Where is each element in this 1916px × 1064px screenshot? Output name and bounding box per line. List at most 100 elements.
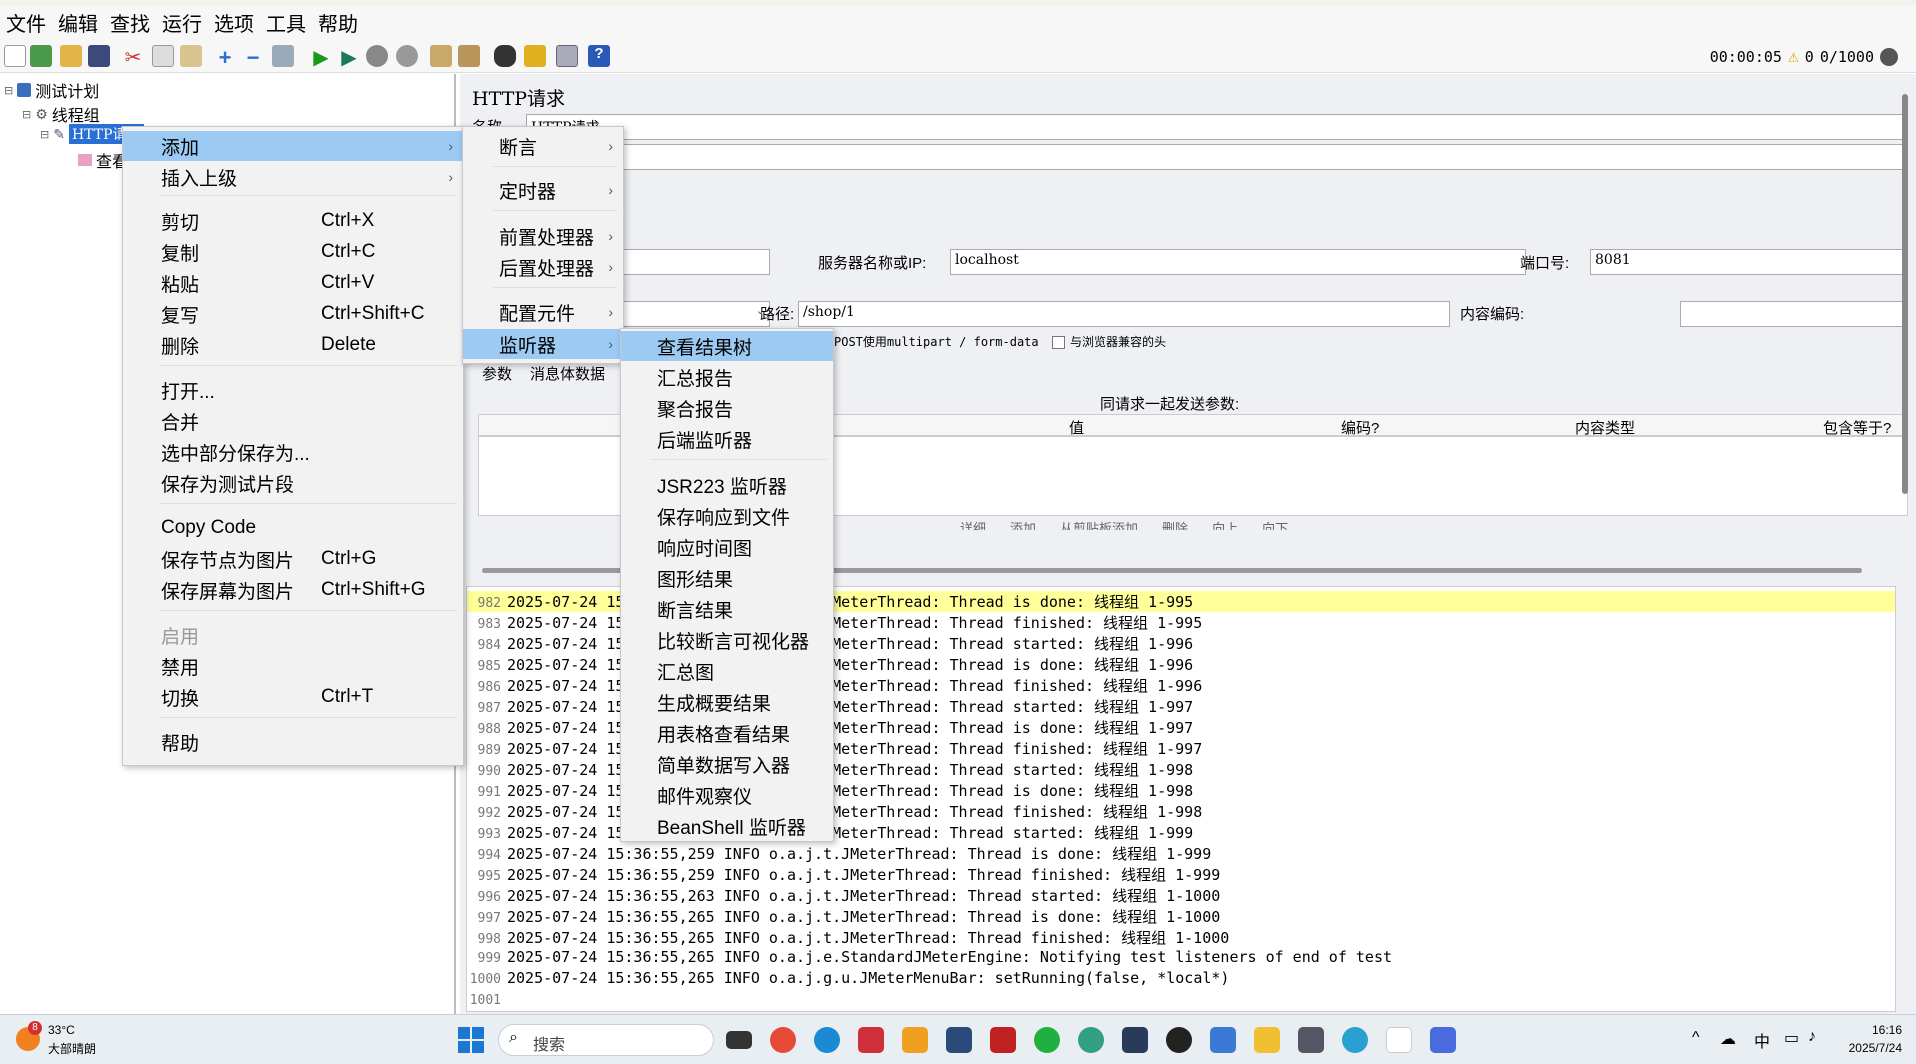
- paste-icon[interactable]: [180, 45, 202, 67]
- folder-icon[interactable]: [1254, 1027, 1280, 1053]
- menu-item-summary-report[interactable]: 汇总报告: [621, 362, 833, 392]
- tab-body[interactable]: 消息体数据: [530, 363, 605, 384]
- path-field[interactable]: /shop/1: [798, 301, 1450, 327]
- chevron-up-icon[interactable]: ^: [1692, 1029, 1700, 1047]
- comments-field[interactable]: [620, 144, 1906, 170]
- task-view-icon[interactable]: [726, 1031, 752, 1049]
- menu-item-view-results-table[interactable]: 用表格查看结果: [621, 718, 833, 748]
- down-button[interactable]: 向下: [1262, 518, 1288, 530]
- menu-item-duplicate[interactable]: 复写 Ctrl+Shift+C: [123, 299, 463, 329]
- detail-button[interactable]: 详细: [960, 518, 986, 530]
- reset-search-icon[interactable]: [524, 45, 546, 67]
- app-icon[interactable]: [902, 1027, 928, 1053]
- menu-item-backend-listener[interactable]: 后端监听器: [621, 424, 833, 454]
- global-icon[interactable]: [1880, 47, 1898, 66]
- save-icon[interactable]: [88, 45, 110, 67]
- tree-node-listener[interactable]: 查看: [78, 148, 128, 172]
- browser-headers-checkbox[interactable]: [1052, 336, 1065, 349]
- app4-icon[interactable]: [1342, 1027, 1368, 1053]
- menu-item-paste[interactable]: 粘贴 Ctrl+V: [123, 268, 463, 298]
- app2-icon[interactable]: [1078, 1027, 1104, 1053]
- menu-item-graph-results[interactable]: 图形结果: [621, 563, 833, 593]
- app3-icon[interactable]: [1122, 1027, 1148, 1053]
- server-field[interactable]: localhost: [950, 249, 1526, 275]
- menu-item-simple-data-writer[interactable]: 简单数据写入器: [621, 749, 833, 779]
- add-button[interactable]: 添加: [1010, 518, 1036, 530]
- tree-node-threadgroup[interactable]: ⊟ ⚙ 线程组: [22, 102, 100, 126]
- encoding-field[interactable]: [1680, 301, 1908, 327]
- menu-item-generate-summary[interactable]: 生成概要结果: [621, 687, 833, 717]
- tree-node-testplan[interactable]: ⊟ 测试计划: [4, 78, 99, 102]
- notepad-icon[interactable]: [1210, 1027, 1236, 1053]
- clear-all-icon[interactable]: [458, 45, 480, 67]
- new-icon[interactable]: [4, 45, 26, 67]
- menu-item-save-screen-image[interactable]: 保存屏幕为图片 Ctrl+Shift+G: [123, 575, 463, 605]
- menu-options[interactable]: 选项: [208, 8, 260, 37]
- templates-icon[interactable]: [30, 45, 52, 67]
- remote-desktop-icon[interactable]: [946, 1027, 972, 1053]
- menu-item-merge[interactable]: 合并: [123, 406, 463, 436]
- copy-icon[interactable]: [152, 45, 174, 67]
- up-button[interactable]: 向上: [1212, 518, 1238, 530]
- calculator-icon[interactable]: [1298, 1027, 1324, 1053]
- menu-item-beanshell-listener[interactable]: BeanShell 监听器: [621, 811, 833, 841]
- menu-item-add[interactable]: 添加 ›: [123, 131, 463, 161]
- menu-item-assertion-results[interactable]: 断言结果: [621, 594, 833, 624]
- collapse-toggle-icon[interactable]: ⊟: [4, 84, 13, 97]
- warning-icon[interactable]: ⚠: [1788, 46, 1799, 67]
- menu-item-delete[interactable]: 删除 Delete: [123, 330, 463, 360]
- menu-item-save-node-image[interactable]: 保存节点为图片 Ctrl+G: [123, 544, 463, 574]
- menu-search[interactable]: 查找: [104, 8, 156, 37]
- qq-icon[interactable]: [1166, 1027, 1192, 1053]
- toggle-icon[interactable]: [272, 45, 294, 67]
- add-from-clipboard-button[interactable]: 从剪贴板添加: [1060, 518, 1138, 530]
- menu-item-config-elements[interactable]: 配置元件 ›: [463, 297, 623, 327]
- collapse-icon[interactable]: −: [242, 45, 264, 70]
- menu-item-save-fragment[interactable]: 保存为测试片段: [123, 468, 463, 498]
- redis-icon[interactable]: [990, 1027, 1016, 1053]
- tab-params[interactable]: 参数: [482, 363, 512, 384]
- menu-item-disable[interactable]: 禁用: [123, 651, 463, 681]
- edge-icon[interactable]: [814, 1027, 840, 1053]
- menu-edit[interactable]: 编辑: [52, 8, 104, 37]
- name-field[interactable]: HTTP请求: [526, 114, 1906, 140]
- open-icon[interactable]: [60, 45, 82, 67]
- menu-item-preprocessors[interactable]: 前置处理器 ›: [463, 221, 623, 251]
- menu-item-postprocessors[interactable]: 后置处理器 ›: [463, 252, 623, 282]
- menu-item-aggregate-report[interactable]: 聚合报告: [621, 393, 833, 423]
- menu-item-comparison-visualizer[interactable]: 比较断言可视化器: [621, 625, 833, 655]
- menu-item-assertions[interactable]: 断言 ›: [463, 131, 623, 161]
- shutdown-icon[interactable]: [396, 45, 418, 67]
- menu-item-toggle[interactable]: 切换 Ctrl+T: [123, 682, 463, 712]
- menu-item-copy-code[interactable]: Copy Code: [123, 513, 463, 543]
- ime-indicator[interactable]: 中: [1754, 1028, 1770, 1052]
- menu-item-insert-parent[interactable]: 插入上级 ›: [123, 162, 463, 192]
- menu-file[interactable]: 文件: [0, 8, 52, 37]
- menu-item-save-selection[interactable]: 选中部分保存为...: [123, 437, 463, 467]
- menu-help[interactable]: 帮助: [312, 8, 364, 37]
- menu-tools[interactable]: 工具: [260, 8, 312, 37]
- chrome-icon[interactable]: [770, 1027, 796, 1053]
- clear-icon[interactable]: [430, 45, 452, 67]
- start-icon[interactable]: ▶: [310, 45, 332, 69]
- menu-item-view-results-tree[interactable]: 查看结果树: [621, 331, 833, 361]
- help-icon[interactable]: ?: [588, 45, 610, 67]
- jmeter-icon[interactable]: [1386, 1027, 1412, 1053]
- menu-item-response-time-graph[interactable]: 响应时间图: [621, 532, 833, 562]
- search-icon[interactable]: [494, 45, 516, 67]
- delete-button[interactable]: 删除: [1162, 518, 1188, 530]
- cut-icon[interactable]: ✂: [122, 45, 144, 69]
- network-icon[interactable]: ☁: [1720, 1029, 1736, 1049]
- menu-item-copy[interactable]: 复制 Ctrl+C: [123, 237, 463, 267]
- intellij-icon[interactable]: [858, 1027, 884, 1053]
- collapse-toggle-icon[interactable]: ⊟: [40, 128, 49, 141]
- wechat-icon[interactable]: [1034, 1027, 1060, 1053]
- clock-time[interactable]: 16:16: [1842, 1023, 1902, 1037]
- port-field[interactable]: 8081: [1590, 249, 1908, 275]
- menu-item-mailer-visualizer[interactable]: 邮件观察仪: [621, 780, 833, 810]
- collapse-toggle-icon[interactable]: ⊟: [22, 108, 31, 121]
- stop-icon[interactable]: [366, 45, 388, 67]
- method-select[interactable]: ⌄: [620, 301, 770, 327]
- menu-item-jsr223-listener[interactable]: JSR223 监听器: [621, 470, 833, 500]
- function-helper-icon[interactable]: [556, 45, 578, 67]
